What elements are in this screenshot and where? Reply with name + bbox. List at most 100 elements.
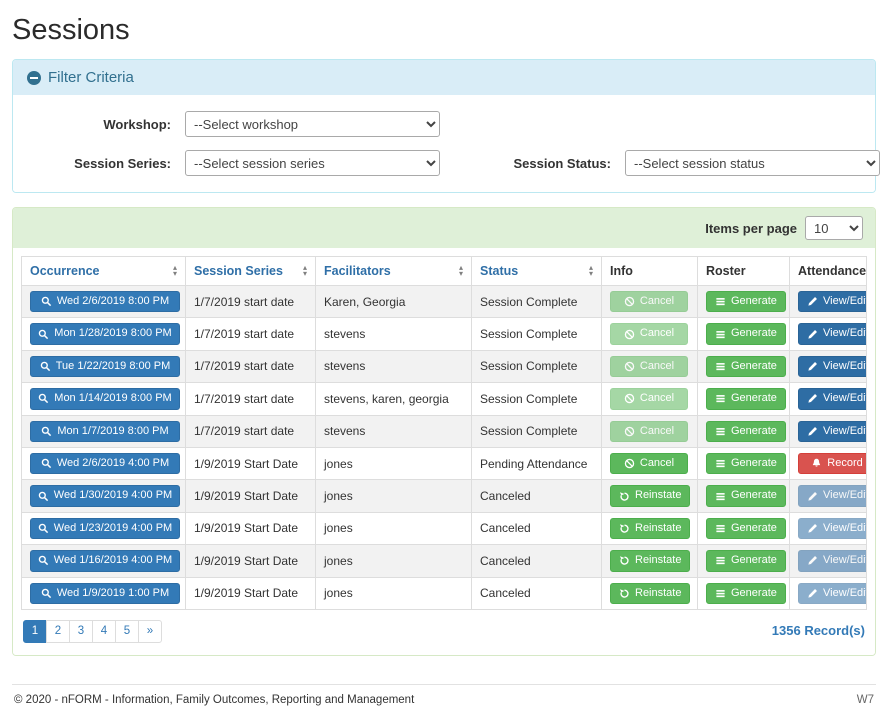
button-label: Generate <box>731 521 777 536</box>
list-icon <box>715 458 726 469</box>
sessions-page: Sessions Filter Criteria Workshop: --Sel… <box>0 0 888 718</box>
ban-icon <box>624 361 635 372</box>
attendance-action-button[interactable]: View/Edit <box>798 356 867 377</box>
button-label: View/Edit <box>823 488 867 503</box>
button-label: Cancel <box>640 294 674 309</box>
occurrence-button[interactable]: Mon 1/14/2019 8:00 PM <box>30 388 180 409</box>
pagination-page-4[interactable]: 4 <box>92 620 116 643</box>
search-icon <box>41 296 52 307</box>
info-action-button: Cancel <box>610 421 688 442</box>
pagination-page-1[interactable]: 1 <box>23 620 47 643</box>
pagination-page-5[interactable]: 5 <box>115 620 139 643</box>
roster-generate-button[interactable]: Generate <box>706 485 786 506</box>
page-footer: © 2020 - nFORM - Information, Family Out… <box>12 684 876 718</box>
occurrence-button[interactable]: Wed 1/30/2019 4:00 PM <box>30 485 180 506</box>
occurrence-button[interactable]: Wed 2/6/2019 8:00 PM <box>30 291 180 312</box>
session-series-cell: 1/7/2019 start date <box>186 318 316 350</box>
roster-generate-button[interactable]: Generate <box>706 356 786 377</box>
button-label: Cancel <box>640 359 674 374</box>
session-series-cell: 1/7/2019 start date <box>186 286 316 318</box>
roster-generate-button[interactable]: Generate <box>706 291 786 312</box>
list-icon <box>715 361 726 372</box>
search-icon <box>38 555 49 566</box>
search-icon <box>38 491 49 502</box>
roster-generate-button[interactable]: Generate <box>706 421 786 442</box>
attendance-action-button[interactable]: View/Edit <box>798 388 867 409</box>
roster-generate-button[interactable]: Generate <box>706 388 786 409</box>
attendance-action-button[interactable]: View/Edit <box>798 291 867 312</box>
table-panel-body: Occurrence▴▾Session Series▴▾Facilitators… <box>13 248 875 655</box>
list-icon <box>715 329 726 340</box>
info-action-button[interactable]: Reinstate <box>610 583 690 604</box>
occurrence-button[interactable]: Mon 1/28/2019 8:00 PM <box>30 323 180 344</box>
pagination-page-3[interactable]: 3 <box>69 620 93 643</box>
table-header-row: Occurrence▴▾Session Series▴▾Facilitators… <box>22 257 867 286</box>
roster-generate-button[interactable]: Generate <box>706 550 786 571</box>
search-icon <box>41 458 52 469</box>
facilitators-cell: jones <box>316 545 472 577</box>
info-action-button[interactable]: Reinstate <box>610 485 690 506</box>
pagination-page-2[interactable]: 2 <box>46 620 70 643</box>
pencil-icon <box>807 296 818 307</box>
button-label: View/Edit <box>823 521 867 536</box>
column-header-facilitators[interactable]: Facilitators▴▾ <box>316 257 472 286</box>
filter-criteria-body: Workshop: --Select workshop Session Seri… <box>13 95 875 192</box>
list-icon <box>715 426 726 437</box>
pencil-icon <box>807 555 818 566</box>
button-label: Cancel <box>640 424 674 439</box>
workshop-select[interactable]: --Select workshop <box>185 111 440 137</box>
roster-generate-button[interactable]: Generate <box>706 583 786 604</box>
button-label: View/Edit <box>823 424 867 439</box>
info-action-button[interactable]: Reinstate <box>610 550 690 571</box>
button-label: Generate <box>731 391 777 406</box>
button-label: Reinstate <box>635 521 681 536</box>
button-label: Generate <box>731 294 777 309</box>
session-series-cell: 1/9/2019 Start Date <box>186 545 316 577</box>
roster-generate-button[interactable]: Generate <box>706 453 786 474</box>
session-series-cell: 1/9/2019 Start Date <box>186 512 316 544</box>
attendance-action-button[interactable]: Record <box>798 453 867 474</box>
facilitators-cell: stevens <box>316 350 472 382</box>
info-action-button[interactable]: Cancel <box>610 453 688 474</box>
column-header-session-series[interactable]: Session Series▴▾ <box>186 257 316 286</box>
occurrence-button[interactable]: Wed 1/16/2019 4:00 PM <box>30 550 180 571</box>
button-label: View/Edit <box>823 294 867 309</box>
filter-criteria-title: Filter Criteria <box>48 69 134 86</box>
search-icon <box>40 361 51 372</box>
facilitators-cell: stevens <box>316 318 472 350</box>
column-header-info: Info <box>602 257 698 286</box>
info-action-button: Cancel <box>610 291 688 312</box>
pencil-icon <box>807 523 818 534</box>
sort-icon: ▴▾ <box>459 265 463 277</box>
occurrence-button[interactable]: Tue 1/22/2019 8:00 PM <box>30 356 180 377</box>
roster-generate-button[interactable]: Generate <box>706 518 786 539</box>
session-status-select[interactable]: --Select session status <box>625 150 880 176</box>
info-action-button: Cancel <box>610 388 688 409</box>
column-header-occurrence[interactable]: Occurrence▴▾ <box>22 257 186 286</box>
column-header-roster: Roster <box>698 257 790 286</box>
page-title: Sessions <box>12 14 876 47</box>
column-header-status[interactable]: Status▴▾ <box>472 257 602 286</box>
items-per-page-select[interactable]: 10 <box>805 216 863 240</box>
occurrence-button[interactable]: Wed 1/23/2019 4:00 PM <box>30 518 180 539</box>
roster-generate-button[interactable]: Generate <box>706 323 786 344</box>
session-series-select[interactable]: --Select session series <box>185 150 440 176</box>
occurrence-button[interactable]: Mon 1/7/2019 8:00 PM <box>30 421 180 442</box>
ban-icon <box>624 393 635 404</box>
filter-criteria-header[interactable]: Filter Criteria <box>13 60 875 95</box>
button-label: Wed 1/16/2019 4:00 PM <box>54 553 172 568</box>
facilitators-cell: stevens, karen, georgia <box>316 383 472 415</box>
status-cell: Canceled <box>472 480 602 512</box>
sort-icon: ▴▾ <box>589 265 593 277</box>
attendance-action-button[interactable]: View/Edit <box>798 323 867 344</box>
pagination-next-button[interactable]: » <box>138 620 162 643</box>
button-label: Reinstate <box>635 553 681 568</box>
info-action-button[interactable]: Reinstate <box>610 518 690 539</box>
status-cell: Pending Attendance <box>472 447 602 479</box>
occurrence-button[interactable]: Wed 1/9/2019 1:00 PM <box>30 583 180 604</box>
session-series-cell: 1/7/2019 start date <box>186 415 316 447</box>
attendance-action-button[interactable]: View/Edit <box>798 421 867 442</box>
undo-icon <box>619 555 630 566</box>
occurrence-button[interactable]: Wed 2/6/2019 4:00 PM <box>30 453 180 474</box>
search-icon <box>38 329 49 340</box>
